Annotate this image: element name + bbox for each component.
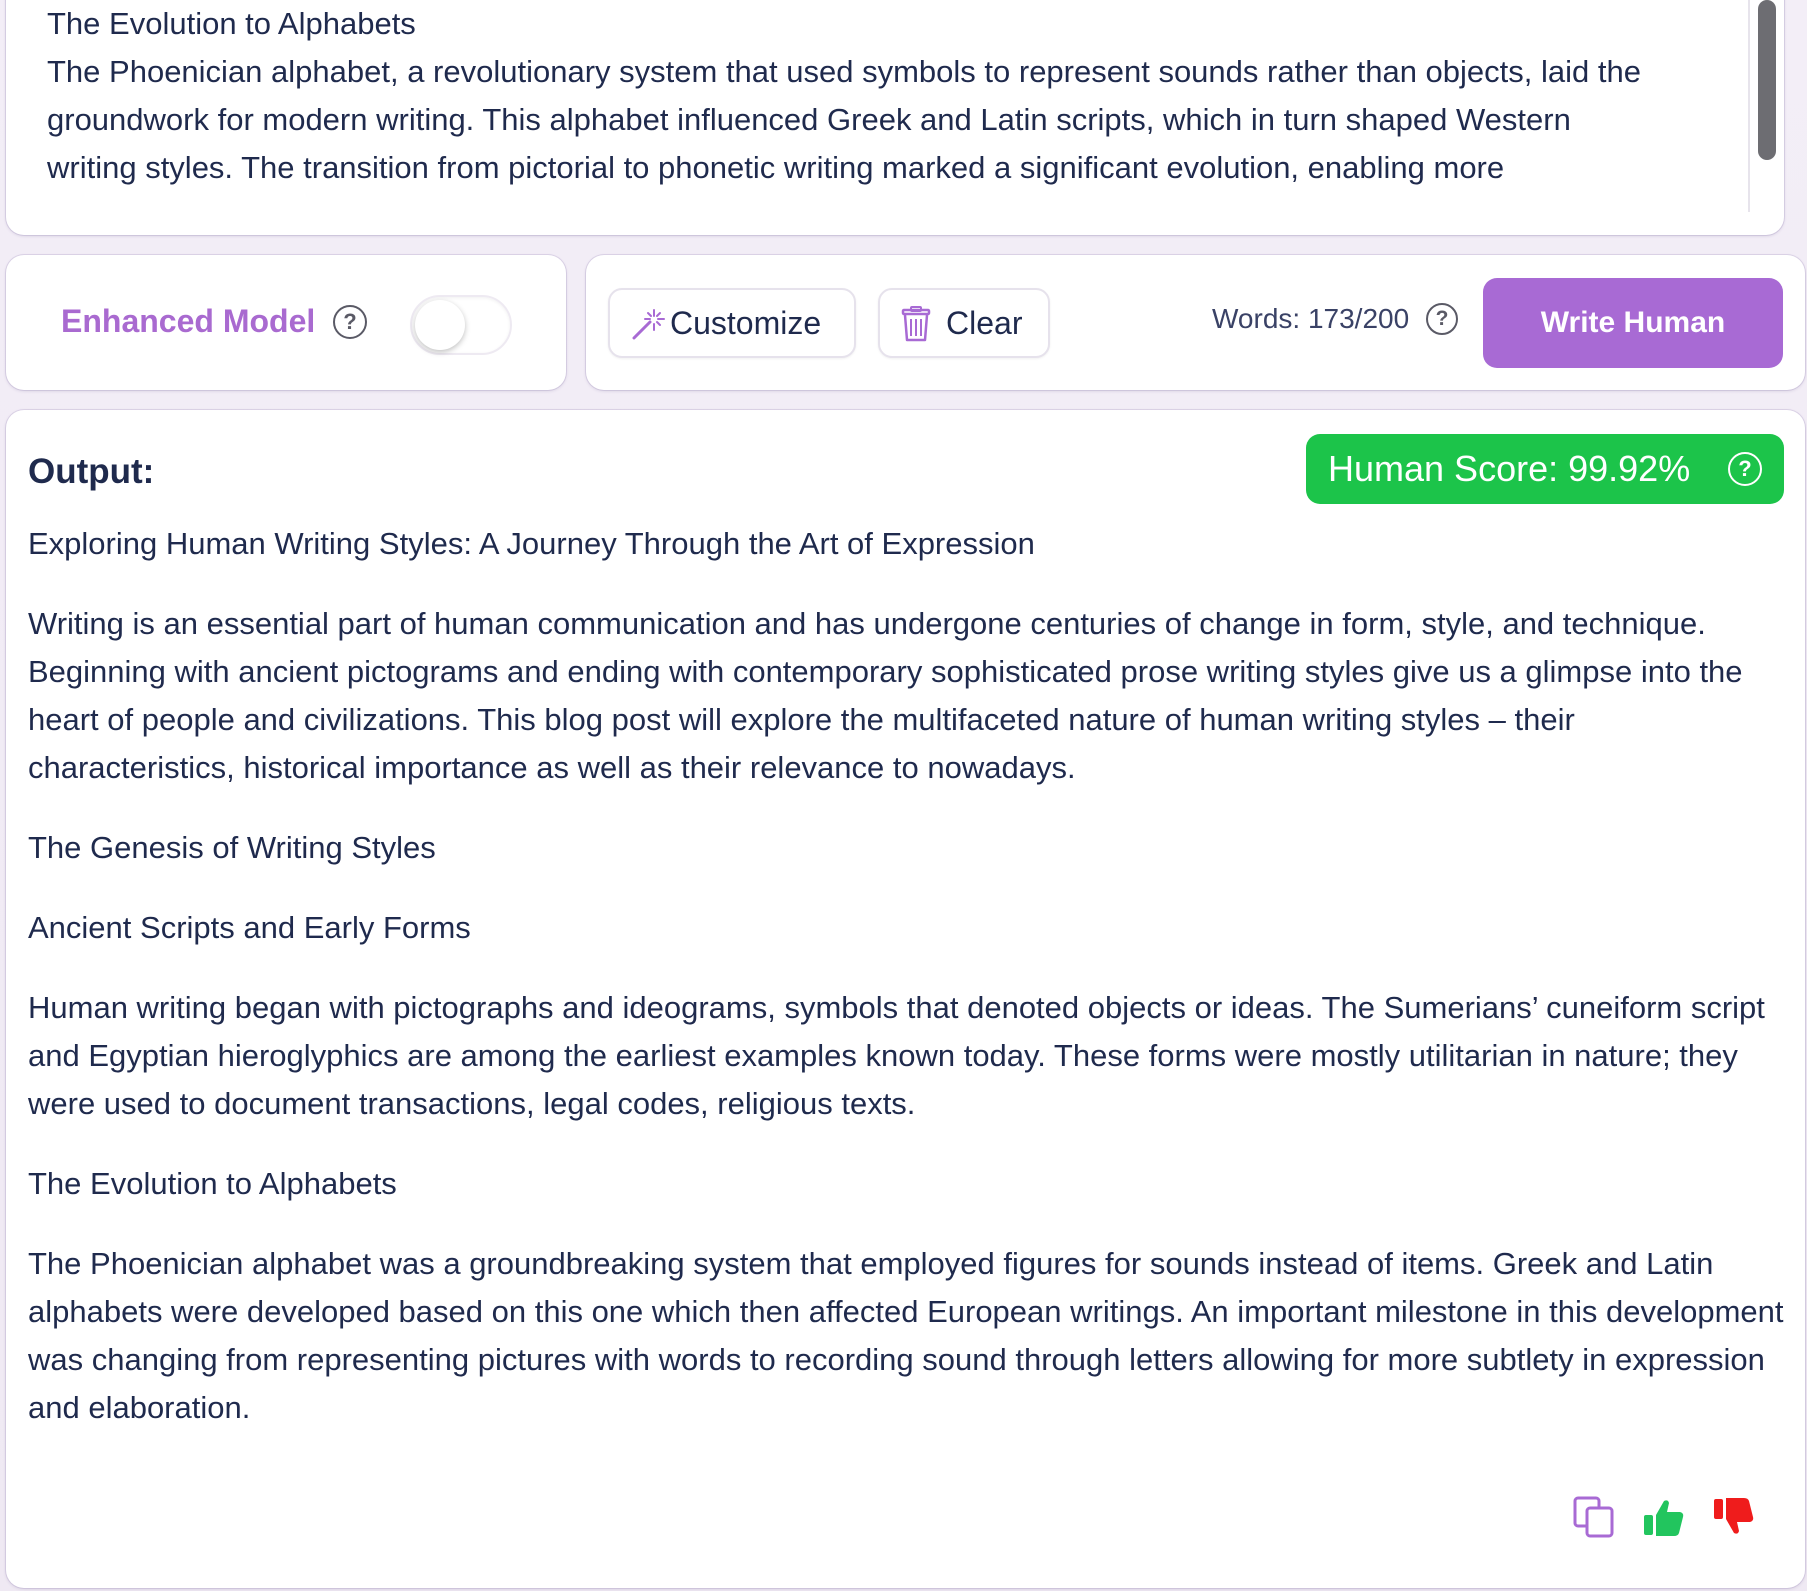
model-settings-panel: Enhanced Model ? (6, 255, 566, 390)
input-line: groundwork for modern writing. This alph… (47, 102, 1571, 137)
toggle-knob (415, 300, 465, 350)
enhanced-model-label: Enhanced Model (61, 303, 316, 339)
input-line: The Evolution to Alphabets (47, 6, 416, 41)
output-label: Output: (28, 452, 155, 491)
thumbs-up-icon[interactable] (1642, 1495, 1686, 1539)
trash-icon (901, 306, 931, 342)
clear-button[interactable]: Clear (878, 288, 1050, 358)
input-line: writing styles. The transition from pict… (47, 150, 1505, 185)
customize-button[interactable]: Customize (608, 288, 856, 358)
input-text-area[interactable]: The Evolution to Alphabets The Phoenicia… (6, 0, 1784, 235)
output-heading: Exploring Human Writing Styles: A Journe… (28, 526, 1035, 561)
write-human-button[interactable]: Write Human (1483, 278, 1783, 368)
input-text-content[interactable]: The Evolution to Alphabets The Phoenicia… (47, 0, 1759, 192)
enhanced-model-toggle[interactable] (410, 295, 512, 355)
output-heading: Ancient Scripts and Early Forms (28, 910, 471, 945)
input-scrollbar-thumb[interactable] (1758, 0, 1776, 160)
output-heading: The Evolution to Alphabets (28, 1166, 397, 1201)
word-count: Words: 173/200 (1212, 303, 1410, 334)
magic-wand-icon (632, 309, 665, 340)
question-circle-icon[interactable]: ? (333, 305, 367, 339)
action-toolbar: Customize Clear Words: 173/200 ? Write H… (586, 255, 1805, 390)
output-paragraph: The Phoenician alphabet was a groundbrea… (28, 1246, 1784, 1425)
output-paragraph: Human writing began with pictographs and… (28, 990, 1765, 1121)
copy-icon[interactable] (1572, 1495, 1616, 1539)
human-score-badge: Human Score: 99.92% ? (1306, 434, 1784, 504)
human-score-text: Human Score: 99.92% (1328, 448, 1691, 489)
question-circle-icon[interactable]: ? (1426, 303, 1458, 335)
input-scrollbar[interactable] (1748, 0, 1776, 212)
question-circle-icon[interactable]: ? (1728, 452, 1762, 486)
output-paragraph: Writing is an essential part of human co… (28, 606, 1743, 785)
thumbs-down-icon[interactable] (1712, 1495, 1756, 1539)
output-panel: Output: Human Score: 99.92% ? Exploring … (6, 410, 1805, 1588)
output-heading: The Genesis of Writing Styles (28, 830, 436, 865)
input-line: The Phoenician alphabet, a revolutionary… (47, 54, 1641, 89)
clear-label: Clear (946, 305, 1023, 341)
customize-label: Customize (670, 305, 822, 341)
output-text: Exploring Human Writing Styles: A Journe… (28, 520, 1788, 1464)
